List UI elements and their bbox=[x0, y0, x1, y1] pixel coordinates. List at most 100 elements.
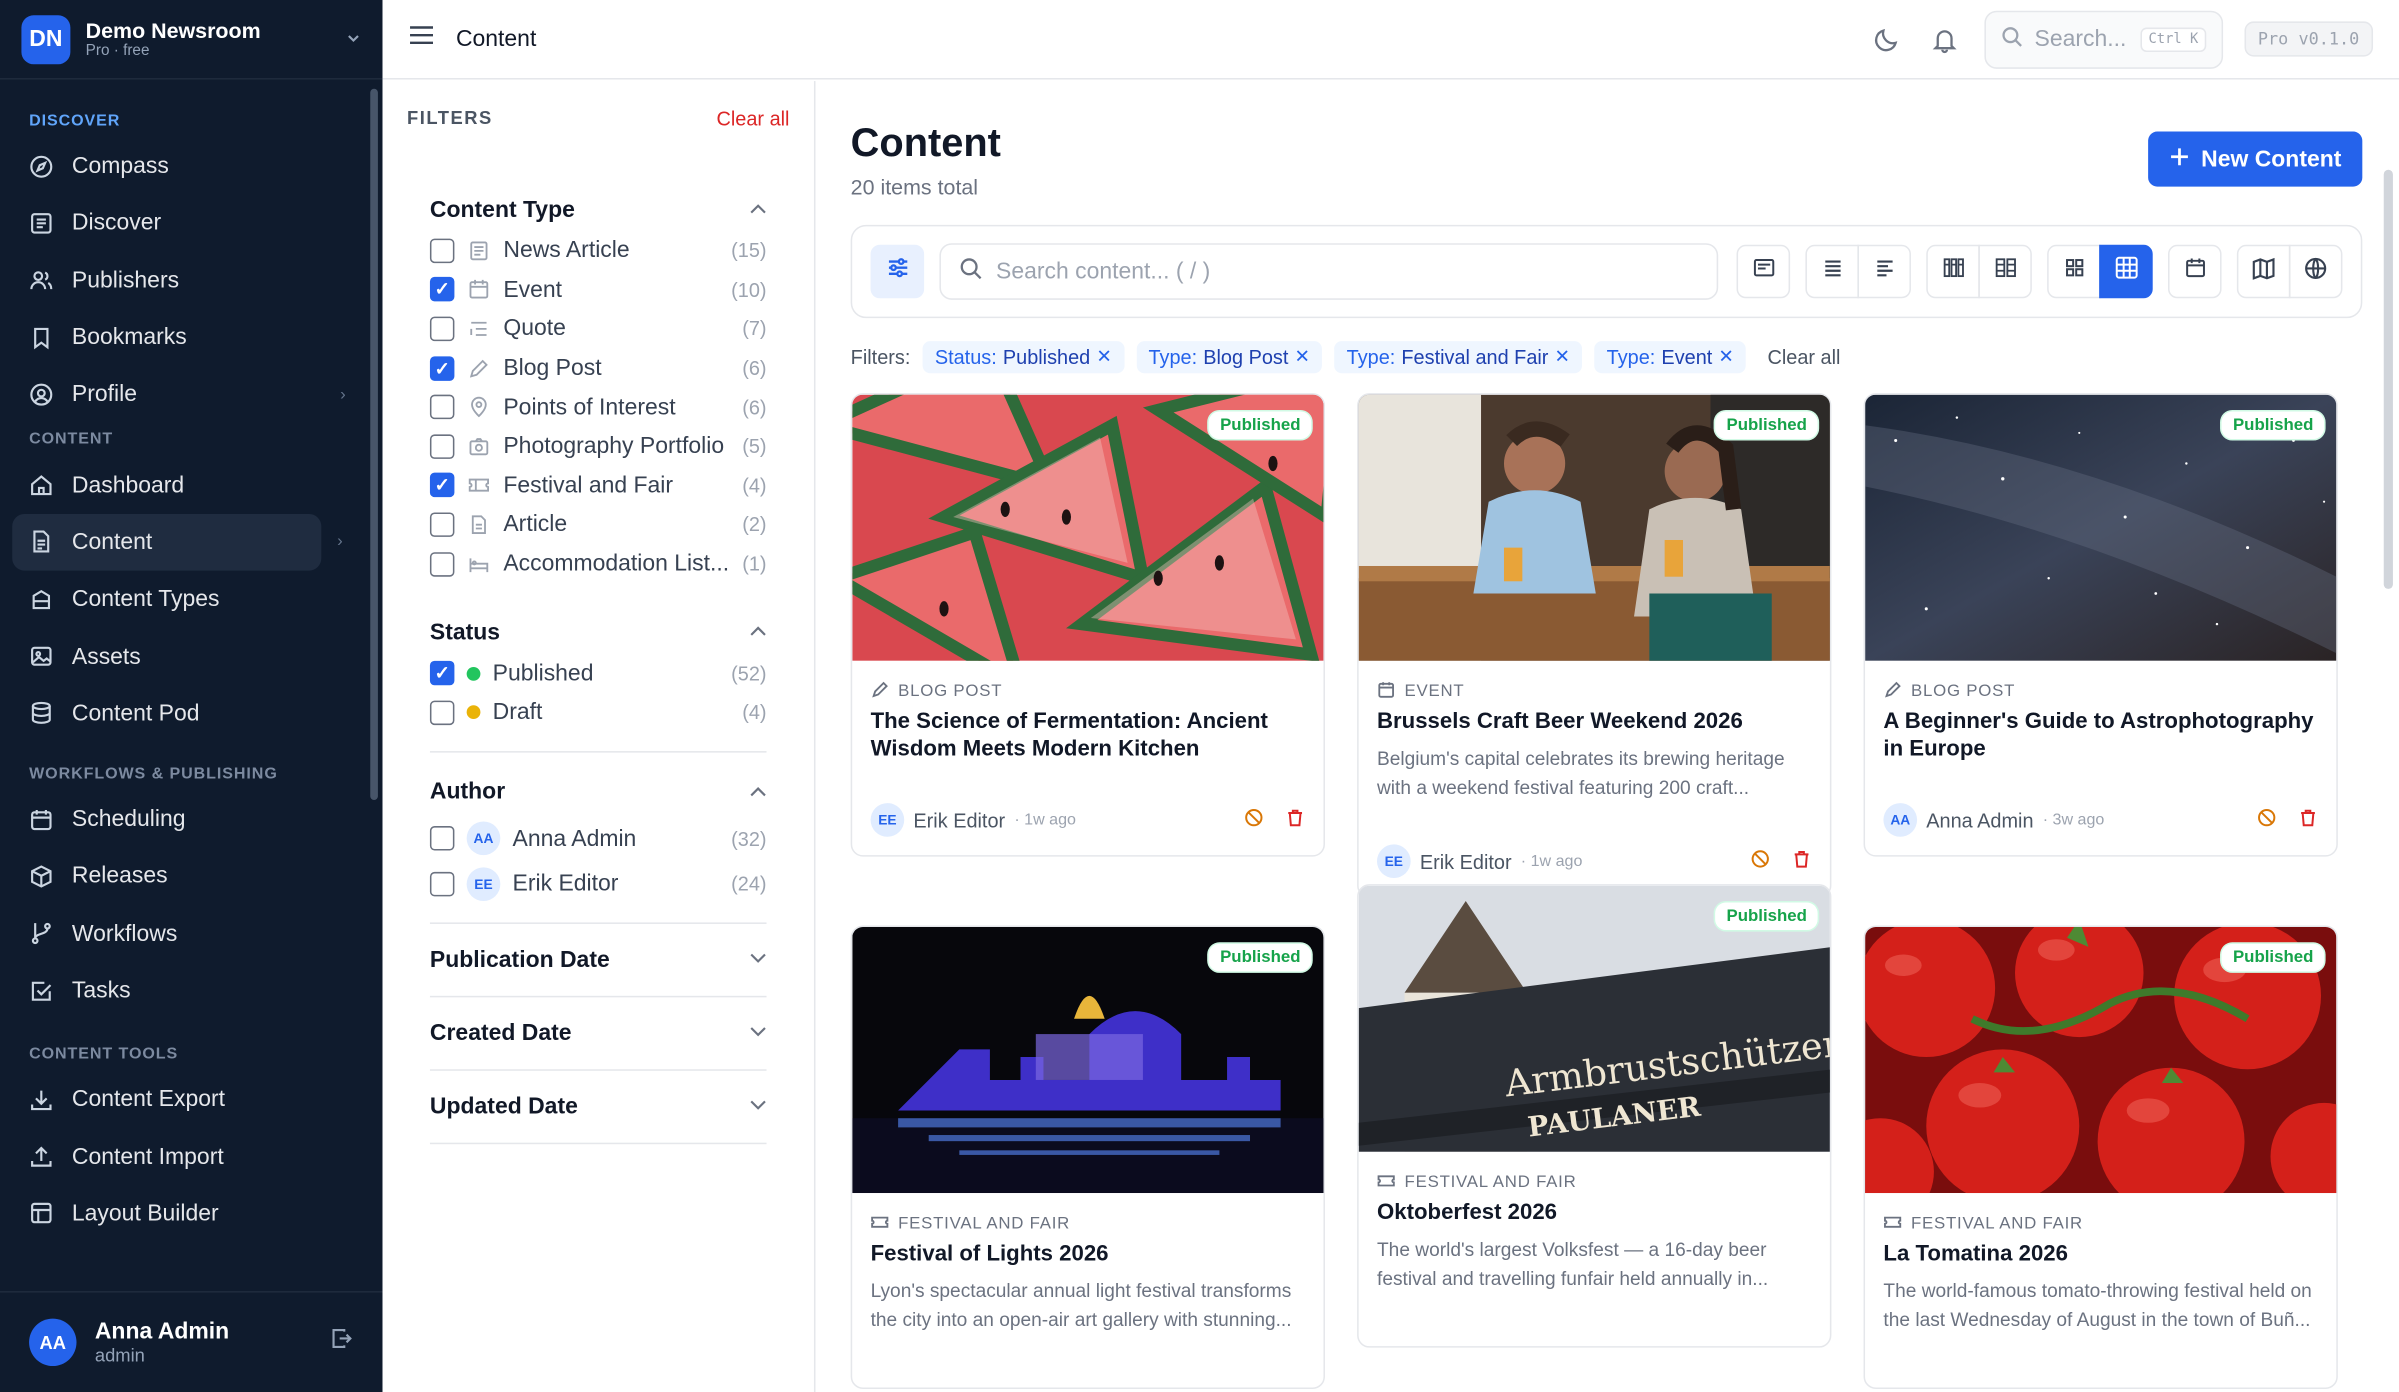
sidebar-item-content[interactable]: Content › bbox=[12, 513, 343, 571]
close-icon[interactable]: ✕ bbox=[1096, 346, 1111, 367]
filter-option[interactable]: ✓ Event (10) bbox=[429, 270, 767, 309]
view-list-button[interactable] bbox=[1805, 244, 1859, 299]
map-pin-icon bbox=[467, 395, 491, 419]
view-globe-button[interactable] bbox=[2288, 244, 2343, 299]
view-grid-button[interactable] bbox=[2099, 244, 2153, 299]
close-icon[interactable]: ✕ bbox=[1295, 346, 1310, 367]
content-card[interactable]: Armbrustschützenzelt PAULANER Published … bbox=[1357, 884, 1832, 1348]
filter-group-publication-date[interactable]: Publication Date bbox=[429, 923, 767, 997]
clear-all-chips-link[interactable]: Clear all bbox=[1767, 345, 1840, 368]
checkbox[interactable] bbox=[429, 434, 455, 459]
filter-option[interactable]: News Article (15) bbox=[429, 231, 767, 270]
checkbox[interactable]: ✓ bbox=[429, 661, 455, 686]
checkbox[interactable] bbox=[429, 316, 455, 342]
sidebar-item-workflows[interactable]: Workflows bbox=[0, 905, 367, 962]
sidebar-item-content-types[interactable]: Content Types bbox=[0, 571, 367, 628]
view-columns-button[interactable] bbox=[1926, 244, 1980, 299]
filter-option[interactable]: ✓ Festival and Fair (4) bbox=[429, 466, 767, 505]
sidebar-item-tasks[interactable]: Tasks bbox=[0, 962, 367, 1019]
filter-group-toggle[interactable]: Author bbox=[430, 773, 767, 810]
checkbox[interactable]: ✓ bbox=[429, 473, 455, 498]
item-count: 20 items total bbox=[850, 174, 979, 199]
filter-option[interactable]: Article (2) bbox=[429, 505, 767, 544]
content-card[interactable]: Published FESTIVAL AND FAIR Festival of … bbox=[850, 925, 1325, 1389]
sidebar-item-profile[interactable]: Profile › bbox=[0, 366, 367, 423]
filter-option-count: (10) bbox=[731, 278, 767, 302]
logout-icon[interactable] bbox=[329, 1326, 353, 1358]
filter-option[interactable]: Points of Interest (6) bbox=[429, 388, 767, 427]
view-calendar-button[interactable] bbox=[2168, 244, 2222, 299]
sidebar-item-dashboard[interactable]: Dashboard bbox=[0, 457, 367, 514]
filter-group-updated-date[interactable]: Updated Date bbox=[429, 1070, 767, 1144]
content-search-input[interactable]: Search content... ( / ) bbox=[939, 243, 1719, 300]
filter-toggle-button[interactable] bbox=[870, 244, 925, 299]
checkbox[interactable] bbox=[429, 700, 455, 725]
sidebar-item-scheduling[interactable]: Scheduling bbox=[0, 791, 367, 848]
unpublish-icon[interactable] bbox=[2257, 808, 2277, 832]
bell-icon[interactable] bbox=[1926, 21, 1963, 58]
clear-all-filters-link[interactable]: Clear all bbox=[717, 106, 790, 129]
sidebar-item-compass[interactable]: Compass bbox=[0, 138, 367, 195]
filter-option[interactable]: Photography Portfolio (5) bbox=[429, 427, 767, 466]
sidebar-item-publishers[interactable]: Publishers bbox=[0, 252, 367, 309]
checkbox[interactable] bbox=[429, 394, 455, 420]
filter-chip[interactable]: Type: Blog Post ✕ bbox=[1136, 340, 1323, 373]
new-content-button[interactable]: New Content bbox=[2148, 131, 2363, 187]
content-card[interactable]: Published BLOG POST A Beginner's Guide t… bbox=[1863, 393, 2338, 857]
global-search[interactable]: Search... Ctrl K bbox=[1984, 9, 2223, 69]
trash-icon[interactable] bbox=[1792, 849, 1812, 873]
filter-chip[interactable]: Type: Event ✕ bbox=[1594, 340, 1747, 373]
sidebar-item-discover[interactable]: Discover bbox=[0, 195, 367, 252]
sidebar-item-content-export[interactable]: Content Export bbox=[0, 1071, 367, 1128]
trash-icon[interactable] bbox=[1285, 808, 1305, 832]
view-card-button[interactable] bbox=[1736, 244, 1791, 299]
sidebar-item-content-import[interactable]: Content Import bbox=[0, 1128, 367, 1185]
close-icon[interactable]: ✕ bbox=[1718, 346, 1733, 367]
checkbox[interactable] bbox=[429, 512, 455, 537]
filter-option[interactable]: Accommodation List... (1) bbox=[429, 544, 767, 583]
content-scrollbar[interactable] bbox=[2383, 169, 2393, 589]
workspace-logo: DN bbox=[21, 14, 71, 64]
sidebar-item-releases[interactable]: Releases bbox=[0, 848, 367, 905]
checkbox[interactable] bbox=[429, 238, 455, 263]
workspace-switcher[interactable]: DN Demo Newsroom Pro · free bbox=[0, 0, 383, 80]
view-grid-small-button[interactable] bbox=[2047, 244, 2101, 299]
content-card[interactable]: Published FESTIVAL AND FAIR La Tomatina … bbox=[1863, 925, 2338, 1389]
checkbox[interactable]: ✓ bbox=[429, 355, 455, 381]
author-avatar: EE bbox=[1377, 844, 1411, 879]
unpublish-icon[interactable] bbox=[1750, 849, 1770, 873]
sidebar-item-bookmarks[interactable]: Bookmarks bbox=[0, 309, 367, 366]
sidebar-item-content-pod[interactable]: Content Pod bbox=[0, 685, 367, 742]
filter-option[interactable]: EE Erik Editor (24) bbox=[429, 861, 767, 906]
view-kanban-button[interactable] bbox=[1978, 244, 2032, 299]
filter-group-toggle[interactable]: Status bbox=[430, 614, 767, 651]
checkbox[interactable] bbox=[429, 871, 455, 897]
checkbox[interactable] bbox=[429, 551, 455, 577]
checkbox[interactable] bbox=[429, 826, 455, 851]
filter-option[interactable]: ✓ Blog Post (6) bbox=[429, 348, 767, 387]
filter-option-count: (52) bbox=[731, 661, 767, 685]
sidebar-item-layout-builder[interactable]: Layout Builder bbox=[0, 1185, 367, 1242]
view-map-button[interactable] bbox=[2236, 244, 2291, 299]
map-icon bbox=[2252, 256, 2275, 287]
filter-option[interactable]: Quote (7) bbox=[429, 309, 767, 348]
sidebar-item-assets[interactable]: Assets bbox=[0, 628, 367, 685]
moon-icon[interactable] bbox=[1868, 21, 1905, 58]
checkbox[interactable]: ✓ bbox=[429, 277, 455, 302]
view-compact-button[interactable] bbox=[1857, 244, 1911, 299]
filter-option[interactable]: AA Anna Admin (32) bbox=[429, 816, 767, 861]
unpublish-icon[interactable] bbox=[1244, 808, 1264, 832]
content-card[interactable]: Published BLOG POST The Science of Ferme… bbox=[850, 393, 1325, 857]
filter-group-created-date[interactable]: Created Date bbox=[429, 997, 767, 1071]
user-menu[interactable]: AA Anna Admin admin bbox=[0, 1291, 383, 1392]
trash-icon[interactable] bbox=[2298, 808, 2318, 832]
filter-chip[interactable]: Type: Festival and Fair ✕ bbox=[1334, 340, 1583, 373]
filter-group-toggle[interactable]: Content Type bbox=[430, 191, 767, 228]
sidebar-scrollbar[interactable] bbox=[370, 88, 378, 801]
filter-chip[interactable]: Status: Published ✕ bbox=[922, 340, 1125, 373]
close-icon[interactable]: ✕ bbox=[1555, 346, 1570, 367]
content-card[interactable]: Published EVENT Brussels Craft Beer Week… bbox=[1357, 393, 1832, 898]
filter-option[interactable]: ✓ Published (52) bbox=[429, 654, 767, 693]
filter-option[interactable]: Draft (4) bbox=[429, 693, 767, 732]
menu-icon[interactable] bbox=[409, 24, 435, 53]
